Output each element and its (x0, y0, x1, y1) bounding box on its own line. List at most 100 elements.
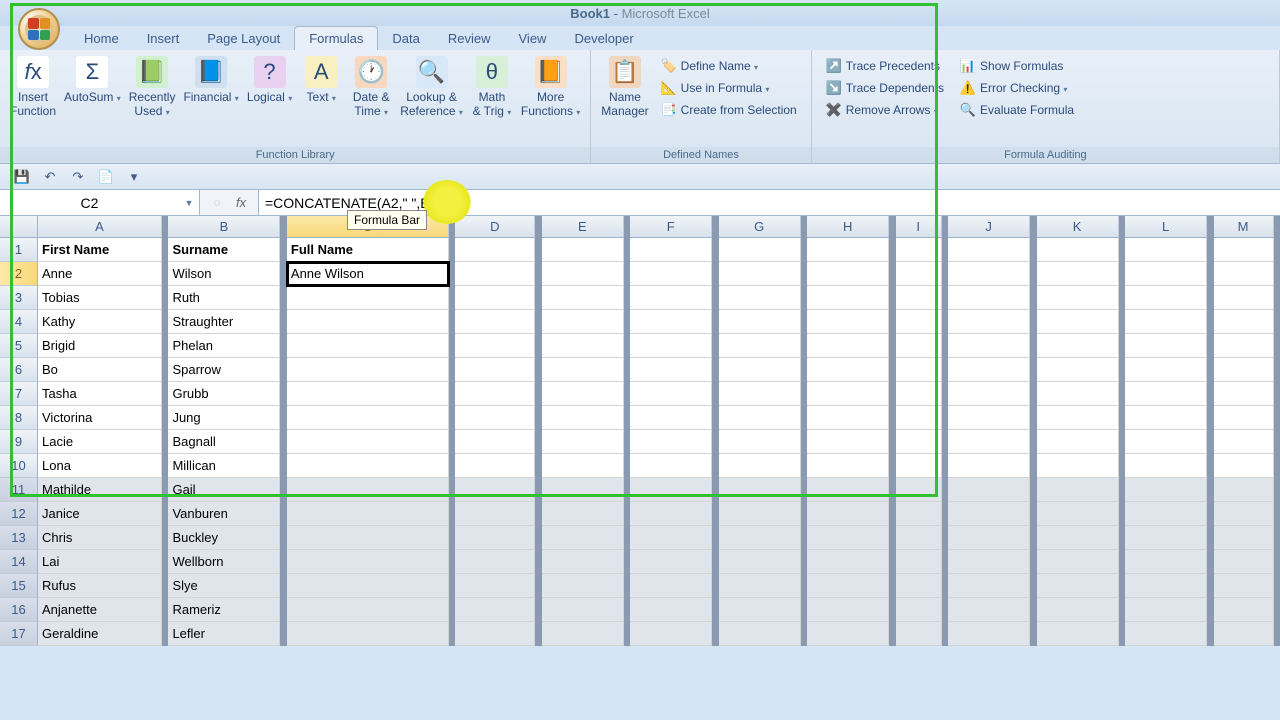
cell-M11[interactable] (1214, 478, 1274, 502)
cell-H15[interactable] (807, 574, 889, 598)
more-button[interactable]: 📙MoreFunctions ▾ (517, 54, 584, 121)
cell-M15[interactable] (1214, 574, 1274, 598)
row-header-16[interactable]: 16 (0, 598, 38, 622)
cell-E10[interactable] (542, 454, 624, 478)
row-header-12[interactable]: 12 (0, 502, 38, 526)
column-header-J[interactable]: J (948, 216, 1030, 238)
row-header-11[interactable]: 11 (0, 478, 38, 502)
namebox-dropdown-icon[interactable]: ▼ (179, 198, 199, 208)
cell-L4[interactable] (1125, 310, 1207, 334)
cell-H2[interactable] (807, 262, 889, 286)
cell-J15[interactable] (948, 574, 1030, 598)
cell-K8[interactable] (1037, 406, 1119, 430)
cell-H6[interactable] (807, 358, 889, 382)
cell-B8[interactable]: Jung (168, 406, 280, 430)
cell-K12[interactable] (1037, 502, 1119, 526)
cell-G14[interactable] (719, 550, 801, 574)
cell-M16[interactable] (1214, 598, 1274, 622)
cell-M8[interactable] (1214, 406, 1274, 430)
cell-J9[interactable] (948, 430, 1030, 454)
cell-G2[interactable] (719, 262, 801, 286)
cell-D1[interactable] (455, 238, 535, 262)
row-header-7[interactable]: 7 (0, 382, 38, 406)
cell-L10[interactable] (1125, 454, 1207, 478)
cell-L11[interactable] (1125, 478, 1207, 502)
cell-F5[interactable] (630, 334, 712, 358)
cell-L5[interactable] (1125, 334, 1207, 358)
cell-L15[interactable] (1125, 574, 1207, 598)
create-from-selection-button[interactable]: 📑Create from Selection (657, 100, 801, 120)
cell-I17[interactable] (896, 622, 942, 646)
cell-H10[interactable] (807, 454, 889, 478)
cell-C5[interactable] (287, 334, 449, 358)
cell-J14[interactable] (948, 550, 1030, 574)
cell-B10[interactable]: Millican (168, 454, 280, 478)
redo-button[interactable]: ↷ (68, 167, 88, 187)
cell-E1[interactable] (542, 238, 624, 262)
cell-I12[interactable] (896, 502, 942, 526)
cell-L6[interactable] (1125, 358, 1207, 382)
cell-L1[interactable] (1125, 238, 1207, 262)
cell-C13[interactable] (287, 526, 449, 550)
cell-D10[interactable] (455, 454, 535, 478)
column-header-K[interactable]: K (1037, 216, 1119, 238)
cell-H17[interactable] (807, 622, 889, 646)
cell-E3[interactable] (542, 286, 624, 310)
cell-H13[interactable] (807, 526, 889, 550)
column-header-G[interactable]: G (719, 216, 801, 238)
column-header-M[interactable]: M (1214, 216, 1274, 238)
cell-F13[interactable] (630, 526, 712, 550)
cell-I15[interactable] (896, 574, 942, 598)
tab-formulas[interactable]: Formulas (294, 26, 378, 50)
cell-K6[interactable] (1037, 358, 1119, 382)
cell-A15[interactable]: Rufus (38, 574, 162, 598)
cell-J8[interactable] (948, 406, 1030, 430)
cell-F14[interactable] (630, 550, 712, 574)
cell-K14[interactable] (1037, 550, 1119, 574)
cell-C8[interactable] (287, 406, 449, 430)
cell-I6[interactable] (896, 358, 942, 382)
cell-F16[interactable] (630, 598, 712, 622)
cell-J2[interactable] (948, 262, 1030, 286)
tab-page-layout[interactable]: Page Layout (193, 27, 294, 50)
cell-I14[interactable] (896, 550, 942, 574)
cell-D9[interactable] (455, 430, 535, 454)
cell-B1[interactable]: Surname (168, 238, 280, 262)
cell-D5[interactable] (455, 334, 535, 358)
cell-D2[interactable] (455, 262, 535, 286)
tab-view[interactable]: View (505, 27, 561, 50)
cell-C9[interactable] (287, 430, 449, 454)
cell-C3[interactable] (287, 286, 449, 310)
name-manager-button[interactable]: 📋 Name Manager (597, 54, 652, 121)
select-all-corner[interactable] (0, 216, 38, 238)
cell-M12[interactable] (1214, 502, 1274, 526)
cell-B16[interactable]: Rameriz (168, 598, 280, 622)
cell-C1[interactable]: Full Name (287, 238, 449, 262)
cell-B4[interactable]: Straughter (168, 310, 280, 334)
cell-D4[interactable] (455, 310, 535, 334)
cell-G8[interactable] (719, 406, 801, 430)
cell-E11[interactable] (542, 478, 624, 502)
cell-B12[interactable]: Vanburen (168, 502, 280, 526)
cell-G6[interactable] (719, 358, 801, 382)
column-header-B[interactable]: B (168, 216, 280, 238)
cell-G12[interactable] (719, 502, 801, 526)
cell-M4[interactable] (1214, 310, 1274, 334)
date-button[interactable]: 🕐Date &Time ▾ (346, 54, 396, 121)
cell-G3[interactable] (719, 286, 801, 310)
text-button[interactable]: AText ▾ (296, 54, 346, 106)
row-header-14[interactable]: 14 (0, 550, 38, 574)
cell-M6[interactable] (1214, 358, 1274, 382)
cell-D17[interactable] (455, 622, 535, 646)
insert-button[interactable]: fxInsertFunction (6, 54, 60, 121)
cell-K4[interactable] (1037, 310, 1119, 334)
cell-G11[interactable] (719, 478, 801, 502)
cell-H12[interactable] (807, 502, 889, 526)
column-header-L[interactable]: L (1125, 216, 1207, 238)
cell-K16[interactable] (1037, 598, 1119, 622)
cell-D11[interactable] (455, 478, 535, 502)
cell-M5[interactable] (1214, 334, 1274, 358)
cell-D16[interactable] (455, 598, 535, 622)
cell-C2[interactable]: Anne Wilson (287, 262, 449, 286)
cell-E2[interactable] (542, 262, 624, 286)
